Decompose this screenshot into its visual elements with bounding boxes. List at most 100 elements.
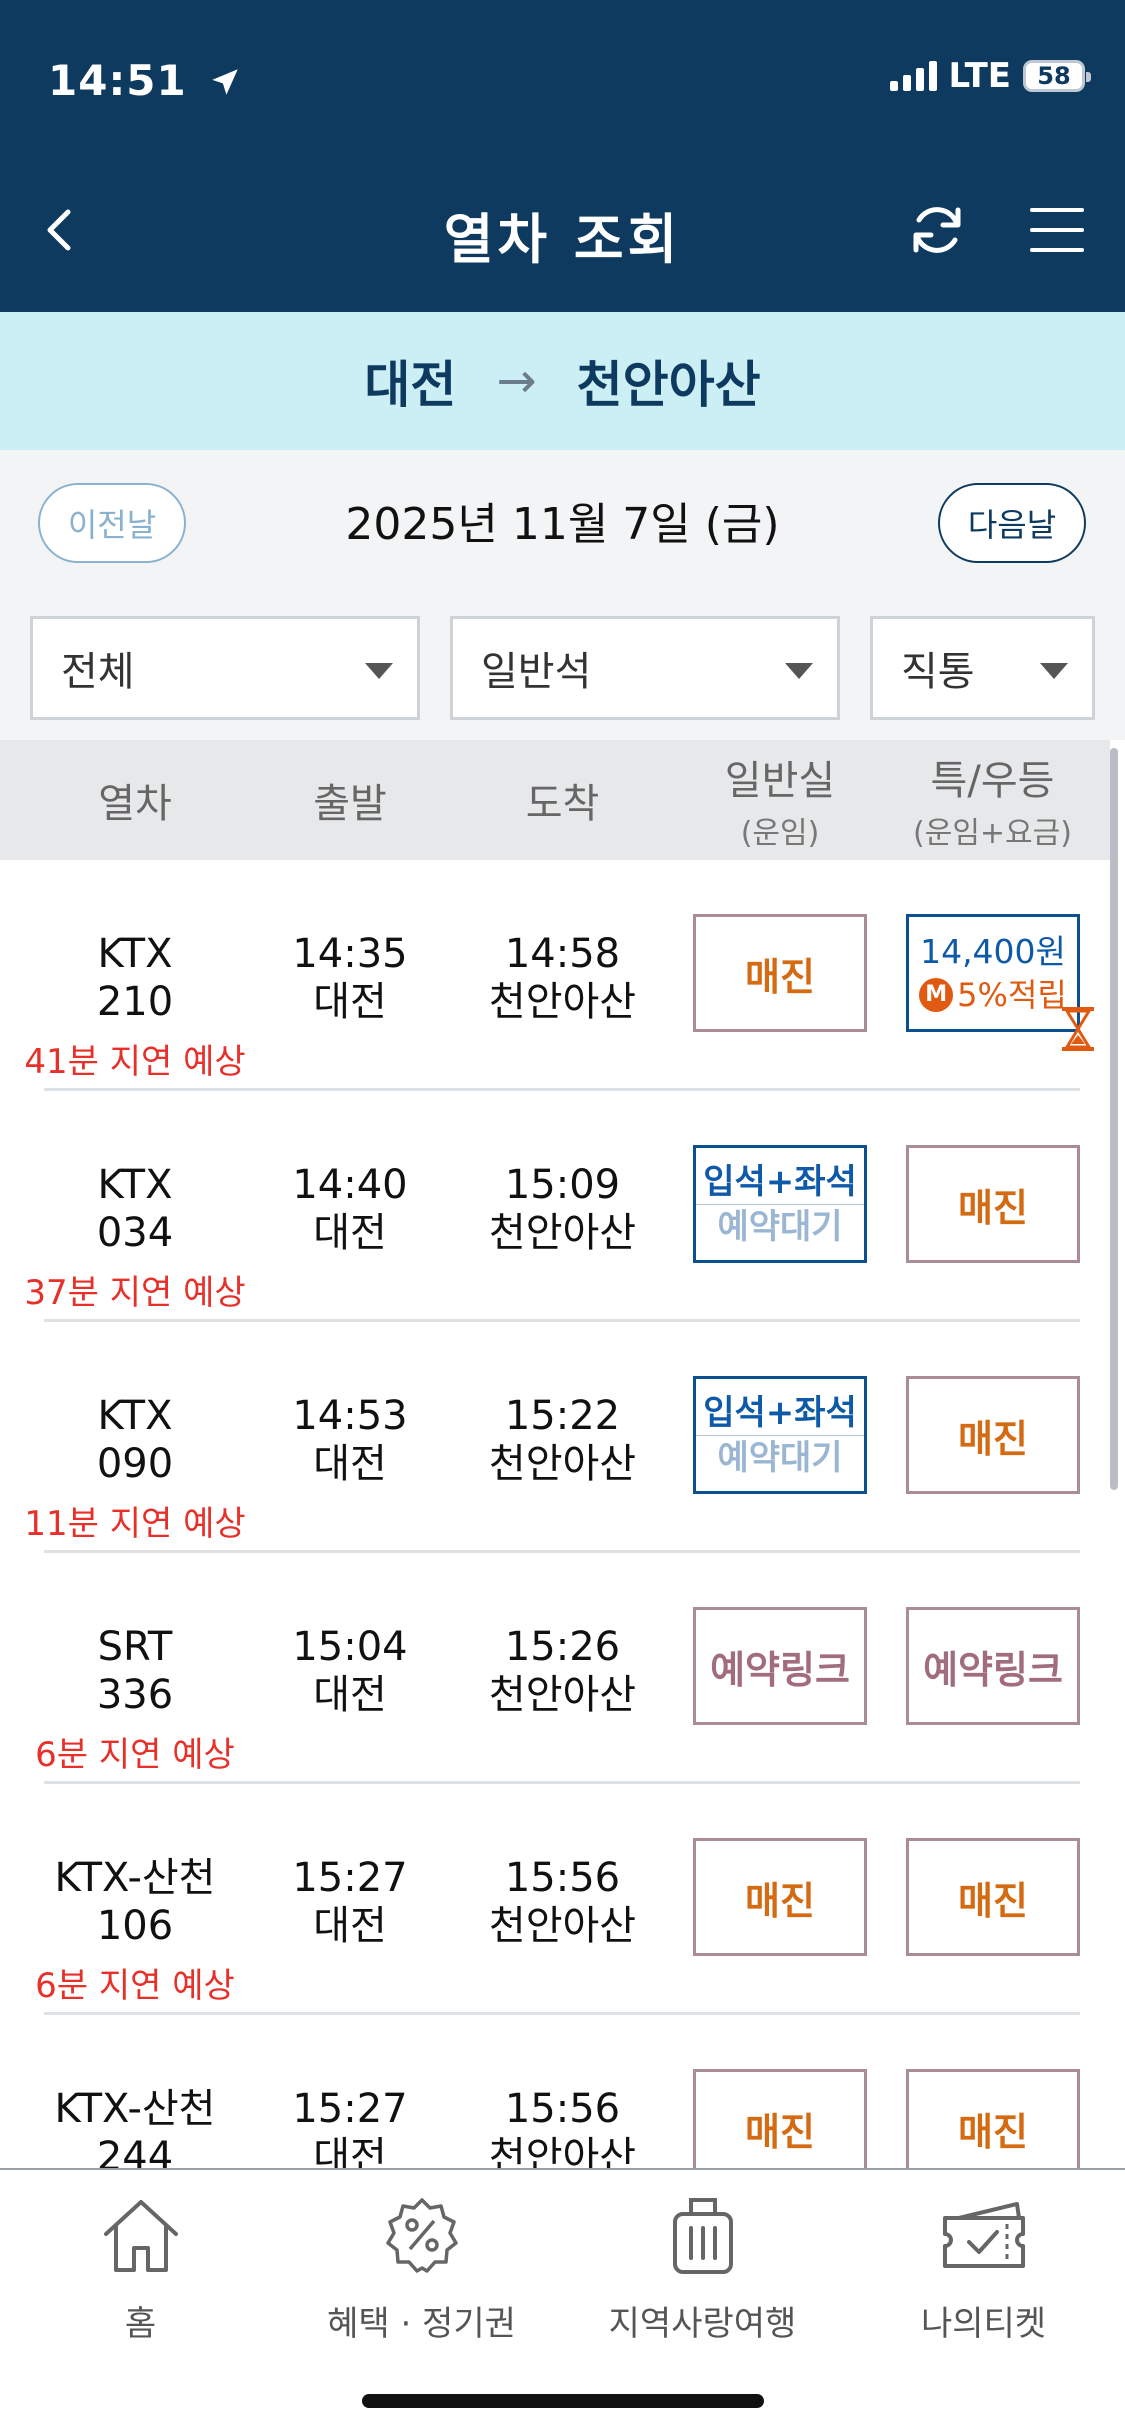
departure-station: 대전 bbox=[313, 1210, 387, 1256]
seat-class-value: 일반석 bbox=[481, 649, 592, 695]
general-seat-button[interactable]: 예약링크 bbox=[693, 1607, 867, 1725]
special-seat-button[interactable]: 14,400원 M 5%적립 bbox=[906, 914, 1080, 1032]
arrival-station: 천안아산 bbox=[488, 1672, 637, 1718]
ticket-icon bbox=[942, 2202, 1025, 2268]
table-row: KTX 210 14:35 대전 14:58 천안아산 41분 지연 예상 매진 14… bbox=[0, 860, 1110, 1091]
departure-station: 대전 bbox=[313, 2134, 387, 2168]
tab-my-ticket-label: 나의티켓 bbox=[920, 2304, 1047, 2344]
table-row: SRT 336 15:04 대전 15:26 천안아산 6분 지연 예상 예약링크 예… bbox=[0, 1553, 1110, 1784]
special-seat-button[interactable]: 매진 bbox=[906, 1145, 1080, 1263]
date-bar: 이전날 2025년 11월 7일 (금) 다음날 bbox=[0, 450, 1125, 584]
standing-seat-label: 입석+좌석 bbox=[696, 1391, 864, 1436]
train-name: KTX bbox=[97, 931, 173, 977]
train-number: 210 bbox=[96, 979, 174, 1025]
table-row: KTX 090 14:53 대전 15:22 천안아산 11분 지연 예상 입석+좌석… bbox=[0, 1322, 1110, 1553]
battery-level: 58 bbox=[1037, 62, 1071, 90]
tab-my-ticket[interactable]: 나의티켓 bbox=[843, 2194, 1124, 2345]
fare-price: 14,400원 bbox=[920, 932, 1066, 971]
destination-station: 천안아산 bbox=[576, 356, 761, 414]
special-seat-button[interactable]: 매진 bbox=[906, 2069, 1080, 2168]
delay-notice: 6분 지연 예상 bbox=[35, 1966, 235, 2006]
arrival-station: 천안아산 bbox=[488, 1210, 637, 1256]
tab-benefits[interactable]: 혜택 · 정기권 bbox=[281, 2194, 562, 2345]
header-train-label: 열차 bbox=[98, 781, 172, 827]
origin-station: 대전 bbox=[364, 356, 457, 414]
battery-icon: 58 bbox=[1023, 60, 1091, 92]
header-general: 일반실 (운임) bbox=[680, 740, 880, 860]
waitlist-label: 예약대기 bbox=[717, 1437, 843, 1478]
arrival-cell: 15:26 천안아산 bbox=[455, 1623, 670, 1719]
header-departure: 출발 bbox=[250, 740, 450, 860]
departure-time: 14:35 bbox=[292, 931, 408, 977]
special-seat-button[interactable]: 매진 bbox=[906, 1838, 1080, 1956]
sold-out-label: 매진 bbox=[745, 1878, 815, 1923]
sold-out-label: 매진 bbox=[745, 954, 815, 999]
menu-icon[interactable] bbox=[1030, 205, 1084, 255]
seat-class-select[interactable]: 일반석 bbox=[450, 616, 840, 720]
scrollbar[interactable] bbox=[1110, 748, 1118, 1490]
arrival-cell: 15:56 천안아산 bbox=[455, 1854, 670, 1950]
departure-cell: 14:35 대전 bbox=[250, 930, 450, 1026]
arrival-time: 15:26 bbox=[504, 1624, 621, 1670]
arrival-time: 15:56 bbox=[504, 1855, 621, 1901]
sold-out-label: 매진 bbox=[958, 1416, 1028, 1461]
train-cell: KTX 210 bbox=[30, 930, 240, 1026]
arrival-station: 천안아산 bbox=[488, 1903, 637, 1949]
header-special-label: 특/우등 bbox=[930, 758, 1055, 804]
arrival-cell: 15:56 천안아산 bbox=[455, 2085, 670, 2168]
general-seat-button[interactable]: 매진 bbox=[693, 1838, 867, 1956]
departure-time: 15:27 bbox=[292, 1855, 408, 1901]
luggage-icon bbox=[672, 2198, 733, 2274]
special-seat-button[interactable]: 예약링크 bbox=[906, 1607, 1080, 1725]
train-name: KTX bbox=[97, 1162, 173, 1208]
train-number: 336 bbox=[96, 1672, 174, 1718]
header-general-sub: (운임) bbox=[740, 816, 820, 851]
route-type-select[interactable]: 직통 bbox=[870, 616, 1095, 720]
general-seat-button[interactable]: 매진 bbox=[693, 2069, 867, 2168]
arrival-station: 천안아산 bbox=[488, 2134, 637, 2168]
train-number: 090 bbox=[96, 1441, 174, 1487]
table-row: KTX-산천 244 15:27 대전 15:56 천안아산 매진 매진 bbox=[0, 2015, 1110, 2168]
general-seat-button[interactable]: 매진 bbox=[693, 914, 867, 1032]
tab-home[interactable]: 홈 bbox=[0, 2194, 281, 2345]
train-type-select[interactable]: 전체 bbox=[30, 616, 420, 720]
reservation-link-label: 예약링크 bbox=[923, 1647, 1063, 1692]
waitlist-label: 예약대기 bbox=[717, 1206, 843, 1247]
chevron-down-icon bbox=[785, 663, 813, 679]
departure-time: 14:53 bbox=[292, 1393, 408, 1439]
arrival-time: 15:09 bbox=[504, 1162, 621, 1208]
tab-local-travel[interactable]: 지역사랑여행 bbox=[562, 2194, 843, 2345]
header-special: 특/우등 (운임+요금) bbox=[880, 740, 1105, 860]
train-list: KTX 210 14:35 대전 14:58 천안아산 41분 지연 예상 매진 14… bbox=[0, 860, 1110, 2168]
route-arrow-icon: → bbox=[496, 353, 537, 409]
departure-station: 대전 bbox=[313, 1672, 387, 1718]
departure-time: 15:04 bbox=[292, 1624, 408, 1670]
refresh-icon[interactable] bbox=[905, 198, 969, 262]
sold-out-label: 매진 bbox=[958, 1185, 1028, 1230]
next-day-button[interactable]: 다음날 bbox=[938, 483, 1086, 563]
table-header: 열차 출발 도착 일반실 (운임) 특/우등 (운임+요금) bbox=[0, 740, 1110, 860]
departure-station: 대전 bbox=[313, 1441, 387, 1487]
header-arrival-label: 도착 bbox=[525, 781, 600, 827]
train-cell: KTX 034 bbox=[30, 1161, 240, 1257]
mileage-badge-icon: M bbox=[919, 978, 954, 1012]
departure-cell: 14:53 대전 bbox=[250, 1392, 450, 1488]
sold-out-label: 매진 bbox=[958, 1878, 1028, 1923]
delay-notice: 41분 지연 예상 bbox=[24, 1042, 246, 1082]
train-name: KTX-산천 bbox=[54, 1855, 216, 1901]
train-name: KTX-산천 bbox=[54, 2086, 216, 2132]
filter-bar: 전체 일반석 직통 bbox=[0, 584, 1125, 740]
tab-local-travel-label: 지역사랑여행 bbox=[608, 2304, 797, 2344]
departure-station: 대전 bbox=[313, 1903, 387, 1949]
train-number: 034 bbox=[96, 1210, 174, 1256]
general-seat-button[interactable]: 입석+좌석 예약대기 bbox=[693, 1145, 867, 1263]
header-arrival: 도착 bbox=[455, 740, 670, 860]
general-seat-button[interactable]: 입석+좌석 예약대기 bbox=[693, 1376, 867, 1494]
table-row: KTX 034 14:40 대전 15:09 천안아산 37분 지연 예상 입석+좌석… bbox=[0, 1091, 1110, 1322]
arrival-time: 15:56 bbox=[504, 2086, 621, 2132]
special-seat-button[interactable]: 매진 bbox=[906, 1376, 1080, 1494]
route-type-value: 직통 bbox=[901, 649, 975, 695]
train-cell: KTX-산천 244 bbox=[30, 2085, 240, 2168]
status-indicators: LTE 58 bbox=[889, 56, 1091, 96]
header-general-label: 일반실 bbox=[724, 758, 836, 804]
